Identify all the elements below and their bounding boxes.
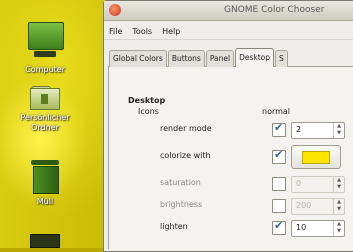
check-icon: ✔: [274, 148, 284, 161]
option-row-colorize: colorize with ✔: [0, 145, 353, 169]
saturation-spin[interactable]: 0 ▲ ▼: [291, 176, 345, 193]
spin-up-icon[interactable]: ▲: [334, 123, 344, 130]
spin-up-icon[interactable]: ▲: [334, 199, 344, 206]
tab-desktop[interactable]: Desktop: [235, 48, 275, 67]
spin-up-icon[interactable]: ▲: [334, 177, 344, 184]
window-title: GNOME Color Chooser: [224, 5, 325, 15]
saturation-checkbox[interactable]: [272, 177, 286, 191]
spin-down-icon[interactable]: ▼: [334, 206, 344, 213]
tab-panel[interactable]: Panel: [205, 50, 235, 67]
section-title: Desktop: [128, 96, 166, 105]
menu-help[interactable]: Help: [162, 27, 180, 36]
check-icon: ✔: [274, 121, 284, 134]
tab-buttons[interactable]: Buttons: [167, 50, 205, 67]
tab-bar: Global Colors Buttons Panel Desktop S: [109, 48, 289, 67]
check-icon: ✔: [274, 219, 284, 232]
option-row-brightness: brightness 200 ▲ ▼: [0, 197, 353, 217]
brightness-checkbox[interactable]: [272, 199, 286, 213]
spin-down-icon[interactable]: ▼: [334, 228, 344, 235]
tab-global-colors[interactable]: Global Colors: [109, 50, 167, 67]
spin-value: 10: [296, 223, 307, 232]
brightness-spin[interactable]: 200 ▲ ▼: [291, 198, 345, 215]
spin-value: 2: [296, 125, 302, 134]
option-label: lighten: [160, 222, 188, 231]
option-label: colorize with: [160, 151, 211, 160]
window-titlebar[interactable]: GNOME Color Chooser: [104, 1, 353, 21]
menu-file[interactable]: File: [109, 27, 122, 36]
color-swatch: [302, 151, 330, 164]
render-mode-checkbox[interactable]: ✔: [272, 121, 286, 137]
option-label: saturation: [160, 178, 201, 187]
desktop-icon-computer[interactable]: Computer: [0, 22, 90, 75]
home-folder-icon: [30, 84, 60, 110]
spin-value: 200: [296, 201, 312, 210]
spin-down-icon[interactable]: ▼: [334, 130, 344, 137]
option-row-render-mode: render mode ✔ 2 ▲ ▼: [0, 121, 353, 141]
group-label: Icons: [138, 107, 159, 116]
option-row-saturation: saturation 0 ▲ ▼: [0, 175, 353, 195]
desktop-icon-label: Computer: [25, 65, 65, 74]
menubar: File Tools Help: [104, 24, 353, 40]
spin-value: 0: [296, 179, 302, 188]
colorize-checkbox[interactable]: ✔: [272, 148, 286, 164]
app-icon: [109, 4, 121, 16]
tab-more[interactable]: S: [275, 50, 288, 67]
column-header: normal: [262, 107, 291, 116]
option-label: render mode: [160, 124, 212, 133]
render-mode-spin[interactable]: 2 ▲ ▼: [291, 122, 345, 139]
option-label: brightness: [160, 200, 203, 209]
lighten-checkbox[interactable]: ✔: [272, 219, 286, 235]
spin-down-icon[interactable]: ▼: [334, 184, 344, 191]
menu-tools[interactable]: Tools: [132, 27, 152, 36]
computer-icon: [26, 22, 64, 62]
option-row-lighten: lighten ✔ 10 ▲ ▼: [0, 219, 353, 239]
lighten-spin[interactable]: 10 ▲ ▼: [291, 220, 345, 237]
spin-up-icon[interactable]: ▲: [334, 221, 344, 228]
color-picker-button[interactable]: [291, 145, 341, 169]
